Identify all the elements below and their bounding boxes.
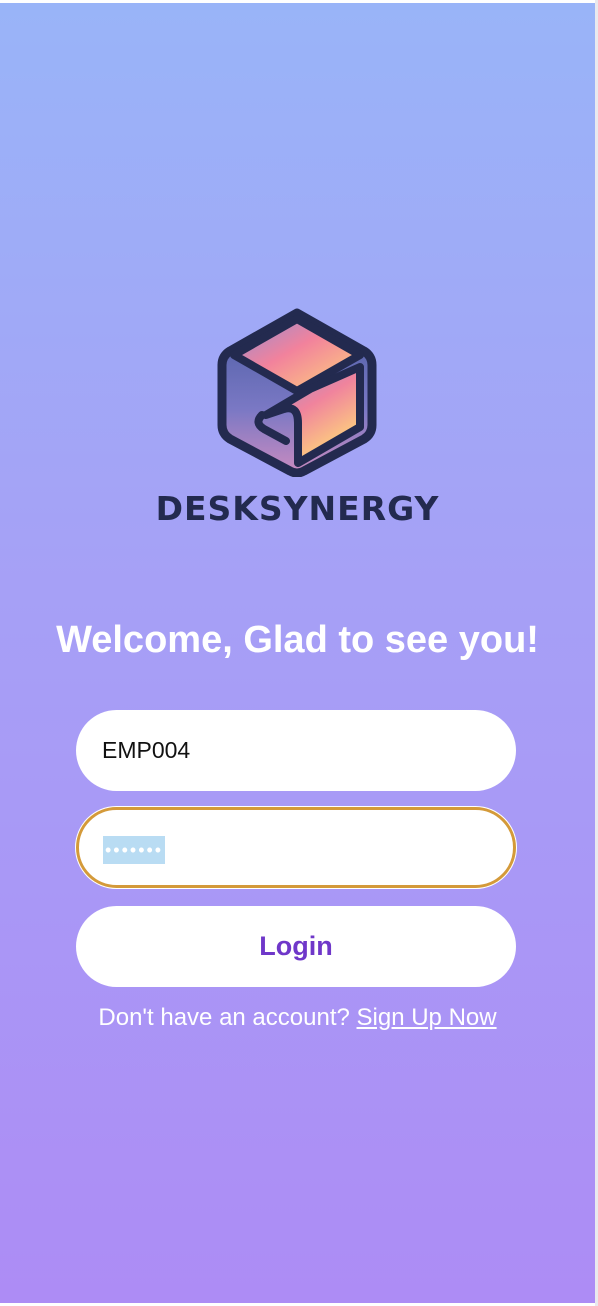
signup-prompt-line: Don't have an account? Sign Up Now [0, 1004, 595, 1032]
username-input[interactable] [102, 710, 482, 791]
welcome-heading: Welcome, Glad to see you! [56, 619, 539, 661]
brand-name: DESKSYNERGY [155, 489, 440, 528]
cube-logo-icon [217, 308, 377, 477]
signup-link[interactable]: Sign Up Now [357, 1004, 497, 1031]
login-screen: DESKSYNERGY Welcome, Glad to see you! ••… [0, 3, 595, 1303]
username-field[interactable] [76, 710, 516, 791]
password-input[interactable]: ••••••• [103, 836, 166, 864]
login-button[interactable]: Login [76, 906, 516, 987]
signup-prompt-text: Don't have an account? [98, 1004, 350, 1031]
password-field[interactable]: ••••••• [76, 807, 516, 888]
